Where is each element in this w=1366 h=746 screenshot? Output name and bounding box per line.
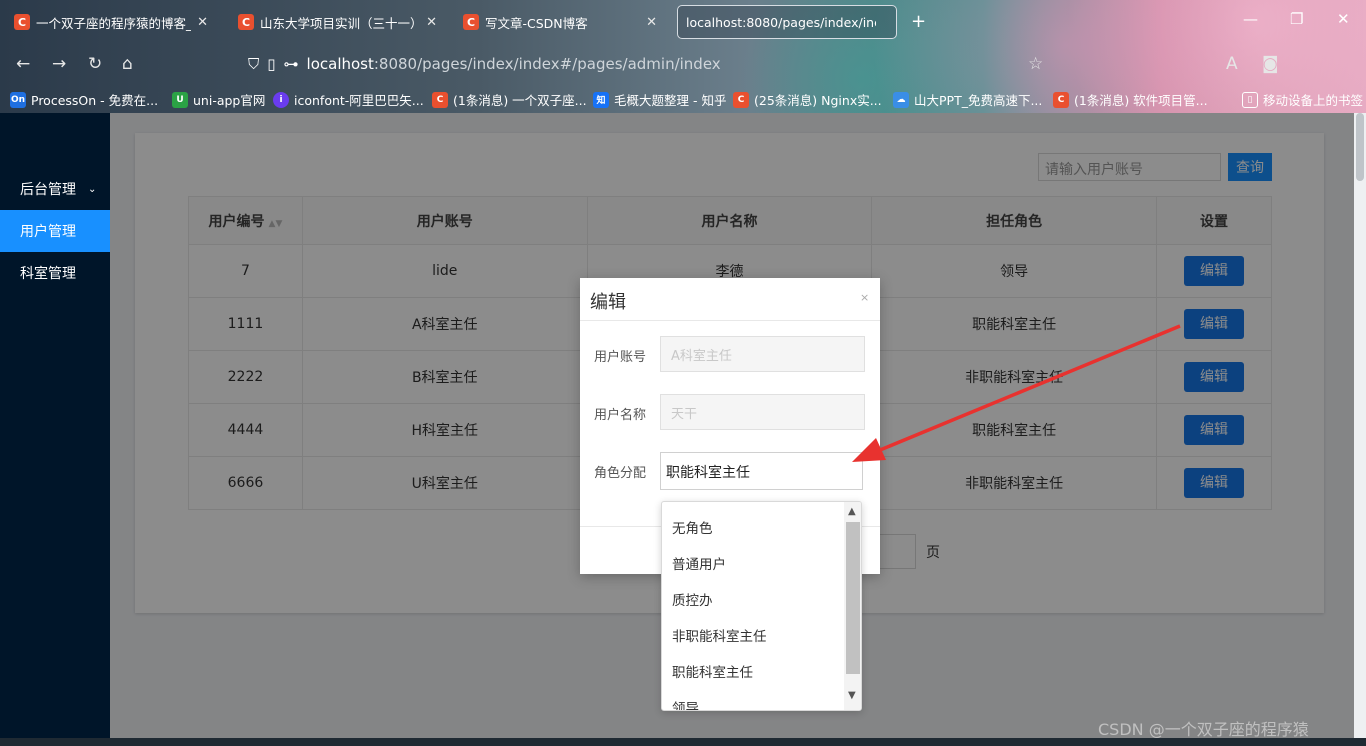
- navigation-bar: ← → ↻ ⌂ ⛉ ▯ ⊶ localhost:8080/pages/index…: [0, 44, 1366, 84]
- sidebar-item-admin[interactable]: 后台管理 ⌄: [0, 168, 110, 210]
- role-option[interactable]: 职能科室主任: [672, 661, 753, 681]
- tab-close-icon[interactable]: ✕: [197, 15, 208, 30]
- restore-icon[interactable]: ❐: [1290, 10, 1303, 28]
- tab-title: 山东大学项目实训（三十一）—: [260, 15, 421, 31]
- sidebar-item-label: 科室管理: [20, 266, 76, 282]
- browser-chrome: C 一个双子座的程序猿的博客_CSDN ✕ C 山东大学项目实训（三十一）— ✕…: [0, 0, 1366, 113]
- browser-tab[interactable]: C 山东大学项目实训（三十一）— ✕: [230, 5, 445, 39]
- address-path: :8080/pages/index/index#/pages/admin/ind…: [373, 55, 721, 73]
- address-bar[interactable]: ⛉ ▯ ⊶ localhost:8080/pages/index/index#/…: [248, 52, 721, 76]
- role-option[interactable]: 领导: [672, 697, 699, 710]
- zhihu-icon: 知: [593, 91, 609, 108]
- sidebar-item-departments[interactable]: 科室管理: [0, 252, 110, 294]
- csdn-icon: C: [463, 14, 479, 30]
- csdn-icon: C: [1053, 91, 1069, 108]
- extension-icon[interactable]: ◙: [1262, 54, 1279, 74]
- os-taskbar: [0, 738, 1366, 746]
- role-option[interactable]: 非职能科室主任: [672, 625, 767, 645]
- bookmark-label: ProcessOn - 免费在...: [31, 93, 159, 108]
- chevron-down-icon[interactable]: ▼: [848, 690, 856, 701]
- browser-tab[interactable]: C 写文章-CSDN博客 ✕: [455, 5, 665, 39]
- uniapp-icon: U: [172, 91, 188, 108]
- cloud-icon: ☁: [893, 91, 909, 108]
- tab-bar: C 一个双子座的程序猿的博客_CSDN ✕ C 山东大学项目实训（三十一）— ✕…: [0, 0, 1366, 44]
- address-host: localhost: [306, 55, 374, 73]
- bookmark-label: iconfont-阿里巴巴矢...: [294, 93, 424, 108]
- tab-close-icon[interactable]: ✕: [646, 15, 657, 30]
- iconfont-icon: i: [273, 91, 289, 108]
- dialog-title: 编辑: [590, 292, 626, 313]
- sidebar-item-label: 后台管理: [20, 182, 76, 198]
- bookmark-label: uni-app官网: [193, 93, 266, 108]
- csdn-icon: C: [432, 91, 448, 108]
- reload-icon[interactable]: ↻: [88, 54, 102, 74]
- tab-title: 写文章-CSDN博客: [485, 15, 588, 31]
- shield-icon: ⛉: [248, 55, 260, 73]
- chevron-down-icon: ⌄: [88, 183, 97, 195]
- dropdown-scrollbar[interactable]: ▲ ▼: [844, 502, 861, 710]
- bookmark[interactable]: C (1条消息) 一个双子座...: [432, 90, 587, 109]
- bookmarks-bar: On ProcessOn - 免费在... Uuni-app官网 i iconfon…: [0, 85, 1366, 113]
- star-icon[interactable]: ☆: [1028, 54, 1043, 74]
- divider: [580, 320, 880, 321]
- close-window-icon[interactable]: ✕: [1337, 10, 1350, 28]
- translate-icon[interactable]: A: [1226, 54, 1238, 74]
- role-label: 角色分配: [594, 466, 647, 481]
- bookmark[interactable]: Uuni-app官网: [172, 90, 265, 109]
- role-option[interactable]: 普通用户: [672, 553, 726, 573]
- sidebar-item-label: 用户管理: [20, 224, 76, 240]
- watermark: CSDN @一个双子座的程序猿: [1098, 720, 1309, 739]
- bookmark[interactable]: i iconfont-阿里巴巴矢...: [273, 90, 424, 109]
- close-icon[interactable]: ×: [860, 291, 869, 304]
- bookmark[interactable]: C (1条消息) 软件项目管...: [1053, 90, 1208, 109]
- bookmark-label: (1条消息) 一个双子座...: [453, 93, 587, 108]
- tab-close-icon[interactable]: ✕: [426, 15, 437, 30]
- processon-icon: On: [10, 91, 26, 108]
- chevron-up-icon[interactable]: ▲: [848, 506, 856, 517]
- bookmark[interactable]: C (25条消息) Nginx实...: [733, 90, 882, 109]
- home-icon[interactable]: ⌂: [122, 54, 133, 74]
- csdn-icon: C: [733, 91, 749, 108]
- sidebar: 后台管理 ⌄ 用户管理 科室管理: [0, 113, 110, 746]
- bookmark-label: (25条消息) Nginx实...: [754, 93, 882, 108]
- page-icon: ▯: [267, 55, 276, 73]
- sidebar-item-users[interactable]: 用户管理: [0, 210, 110, 252]
- scrollbar-thumb[interactable]: [846, 522, 860, 674]
- csdn-icon: C: [14, 14, 30, 30]
- bookmark-label: 毛概大题整理 - 知乎: [614, 93, 727, 108]
- new-tab-button[interactable]: +: [911, 11, 926, 32]
- name-field: 天干: [660, 394, 865, 430]
- tab-title: localhost:8080/pages/index/inc: [686, 14, 876, 30]
- bookmark-label: 移动设备上的书签: [1263, 93, 1364, 108]
- role-select[interactable]: 职能科室主任: [660, 452, 863, 490]
- key-icon: ⊶: [283, 55, 299, 73]
- back-icon[interactable]: ←: [16, 54, 30, 74]
- bookmark[interactable]: 知毛概大题整理 - 知乎: [593, 90, 726, 109]
- role-option[interactable]: 质控办: [672, 589, 713, 609]
- bookmark-folder[interactable]: ▯ 移动设备上的书签: [1242, 90, 1363, 109]
- folder-icon: ▯: [1242, 91, 1258, 108]
- forward-icon[interactable]: →: [52, 54, 66, 74]
- tab-title: 一个双子座的程序猿的博客_CSDN: [36, 15, 191, 31]
- bookmark-label: (1条消息) 软件项目管...: [1074, 93, 1208, 108]
- page-scrollbar[interactable]: [1354, 113, 1366, 738]
- bookmark-label: 山大PPT_免费高速下...: [914, 93, 1043, 108]
- account-field: A科室主任: [660, 336, 865, 372]
- account-label: 用户账号: [594, 350, 647, 365]
- browser-tab[interactable]: C 一个双子座的程序猿的博客_CSDN ✕: [6, 5, 216, 39]
- name-label: 用户名称: [594, 408, 647, 423]
- minimize-icon[interactable]: —: [1243, 10, 1258, 28]
- role-option[interactable]: 无角色: [672, 517, 713, 537]
- bookmark[interactable]: On ProcessOn - 免费在...: [10, 90, 158, 109]
- csdn-icon: C: [238, 14, 254, 30]
- bookmark[interactable]: ☁ 山大PPT_免费高速下...: [893, 90, 1042, 109]
- scrollbar-thumb[interactable]: [1356, 113, 1364, 181]
- role-dropdown-list: 无角色 普通用户 质控办 非职能科室主任 职能科室主任 领导 ▲ ▼: [661, 501, 862, 711]
- browser-tab-active[interactable]: localhost:8080/pages/index/inc: [677, 5, 897, 39]
